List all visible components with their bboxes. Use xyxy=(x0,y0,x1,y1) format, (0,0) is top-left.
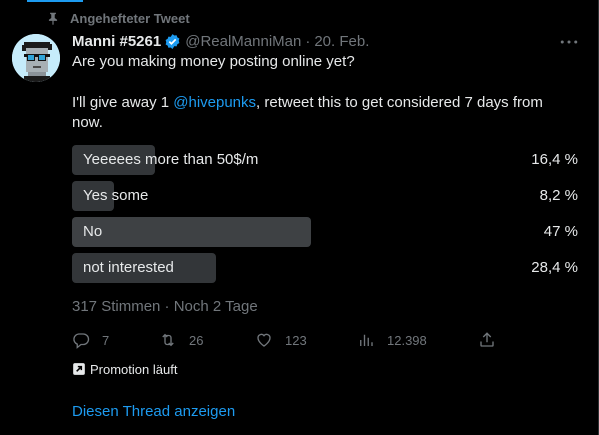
promotion-link[interactable]: Promotion läuft xyxy=(72,360,177,378)
like-button[interactable]: 123 xyxy=(255,329,307,351)
reply-icon xyxy=(73,333,90,349)
retweet-button[interactable]: 26 xyxy=(159,329,203,351)
views-chart-icon xyxy=(360,334,373,346)
more-options-button[interactable] xyxy=(556,33,582,51)
poll-option-label: Yeeeees more than 50$/m xyxy=(83,151,259,168)
tab-active-indicator xyxy=(27,0,83,2)
tweet-text-line1: Are you making money posting online yet? xyxy=(72,53,355,70)
pixel-punk-avatar xyxy=(12,34,60,82)
tweet-text-line2: I'll give away 1 @hivepunks, retweet thi… xyxy=(72,93,543,113)
tweet-date[interactable]: 20. Feb. xyxy=(314,33,369,50)
show-thread-link[interactable]: Diesen Thread anzeigen xyxy=(72,403,235,420)
tweet-text-suffix: , retweet this to get considered 7 days … xyxy=(256,94,543,111)
heart-icon xyxy=(257,333,271,347)
poll-option-label: Yes some xyxy=(83,187,149,204)
poll-option: No 47 % xyxy=(72,217,580,247)
share-icon xyxy=(480,332,494,347)
poll-option-percent: 8,2 % xyxy=(539,187,578,204)
like-count: 123 xyxy=(285,332,307,348)
promotion-label: Promotion läuft xyxy=(90,361,178,377)
poll-vote-count: 317 Stimmen xyxy=(72,298,161,315)
header-separator: · xyxy=(305,32,311,50)
poll-option-percent: 28,4 % xyxy=(531,259,578,276)
poll-option: Yes some 8,2 % xyxy=(72,181,580,211)
author-handle[interactable]: @RealManniMan xyxy=(185,33,301,50)
more-dots-icon xyxy=(560,40,578,44)
poll-bar xyxy=(72,217,311,247)
avatar[interactable] xyxy=(12,34,60,82)
views-count: 12.398 xyxy=(387,332,427,348)
retweet-icon xyxy=(162,333,174,347)
pinned-indicator: Angehefteter Tweet xyxy=(46,10,190,26)
mention-link[interactable]: @hivepunks xyxy=(173,94,256,111)
tweet-text-prefix: I'll give away 1 xyxy=(72,94,174,111)
reply-button[interactable]: 7 xyxy=(72,329,109,351)
tweet-header: Manni #5261 @RealManniMan · 20. Feb. xyxy=(72,31,369,51)
author-display-name[interactable]: Manni #5261 xyxy=(72,33,161,50)
arrow-up-right-icon xyxy=(73,363,85,375)
poll-option-percent: 47 % xyxy=(543,223,578,240)
poll-meta-separator: · xyxy=(164,298,170,315)
views-button[interactable]: 12.398 xyxy=(357,329,427,351)
poll-meta: 317 Stimmen · Noch 2 Tage xyxy=(72,298,258,315)
reply-count: 7 xyxy=(102,332,110,348)
poll-option: Yeeeees more than 50$/m 16,4 % xyxy=(72,145,580,175)
poll-option-label: not interested xyxy=(83,259,174,276)
retweet-count: 26 xyxy=(189,332,204,348)
poll-time-remaining: Noch 2 Tage xyxy=(173,298,258,315)
poll-option-percent: 16,4 % xyxy=(531,151,578,168)
pinned-label: Angehefteter Tweet xyxy=(70,10,190,26)
poll-option-label: No xyxy=(83,223,103,240)
share-button[interactable] xyxy=(478,329,508,351)
verified-badge-icon xyxy=(165,33,180,49)
poll-option: not interested 28,4 % xyxy=(72,253,580,283)
pin-icon xyxy=(48,12,58,25)
tweet-text-line3: now. xyxy=(72,114,103,131)
